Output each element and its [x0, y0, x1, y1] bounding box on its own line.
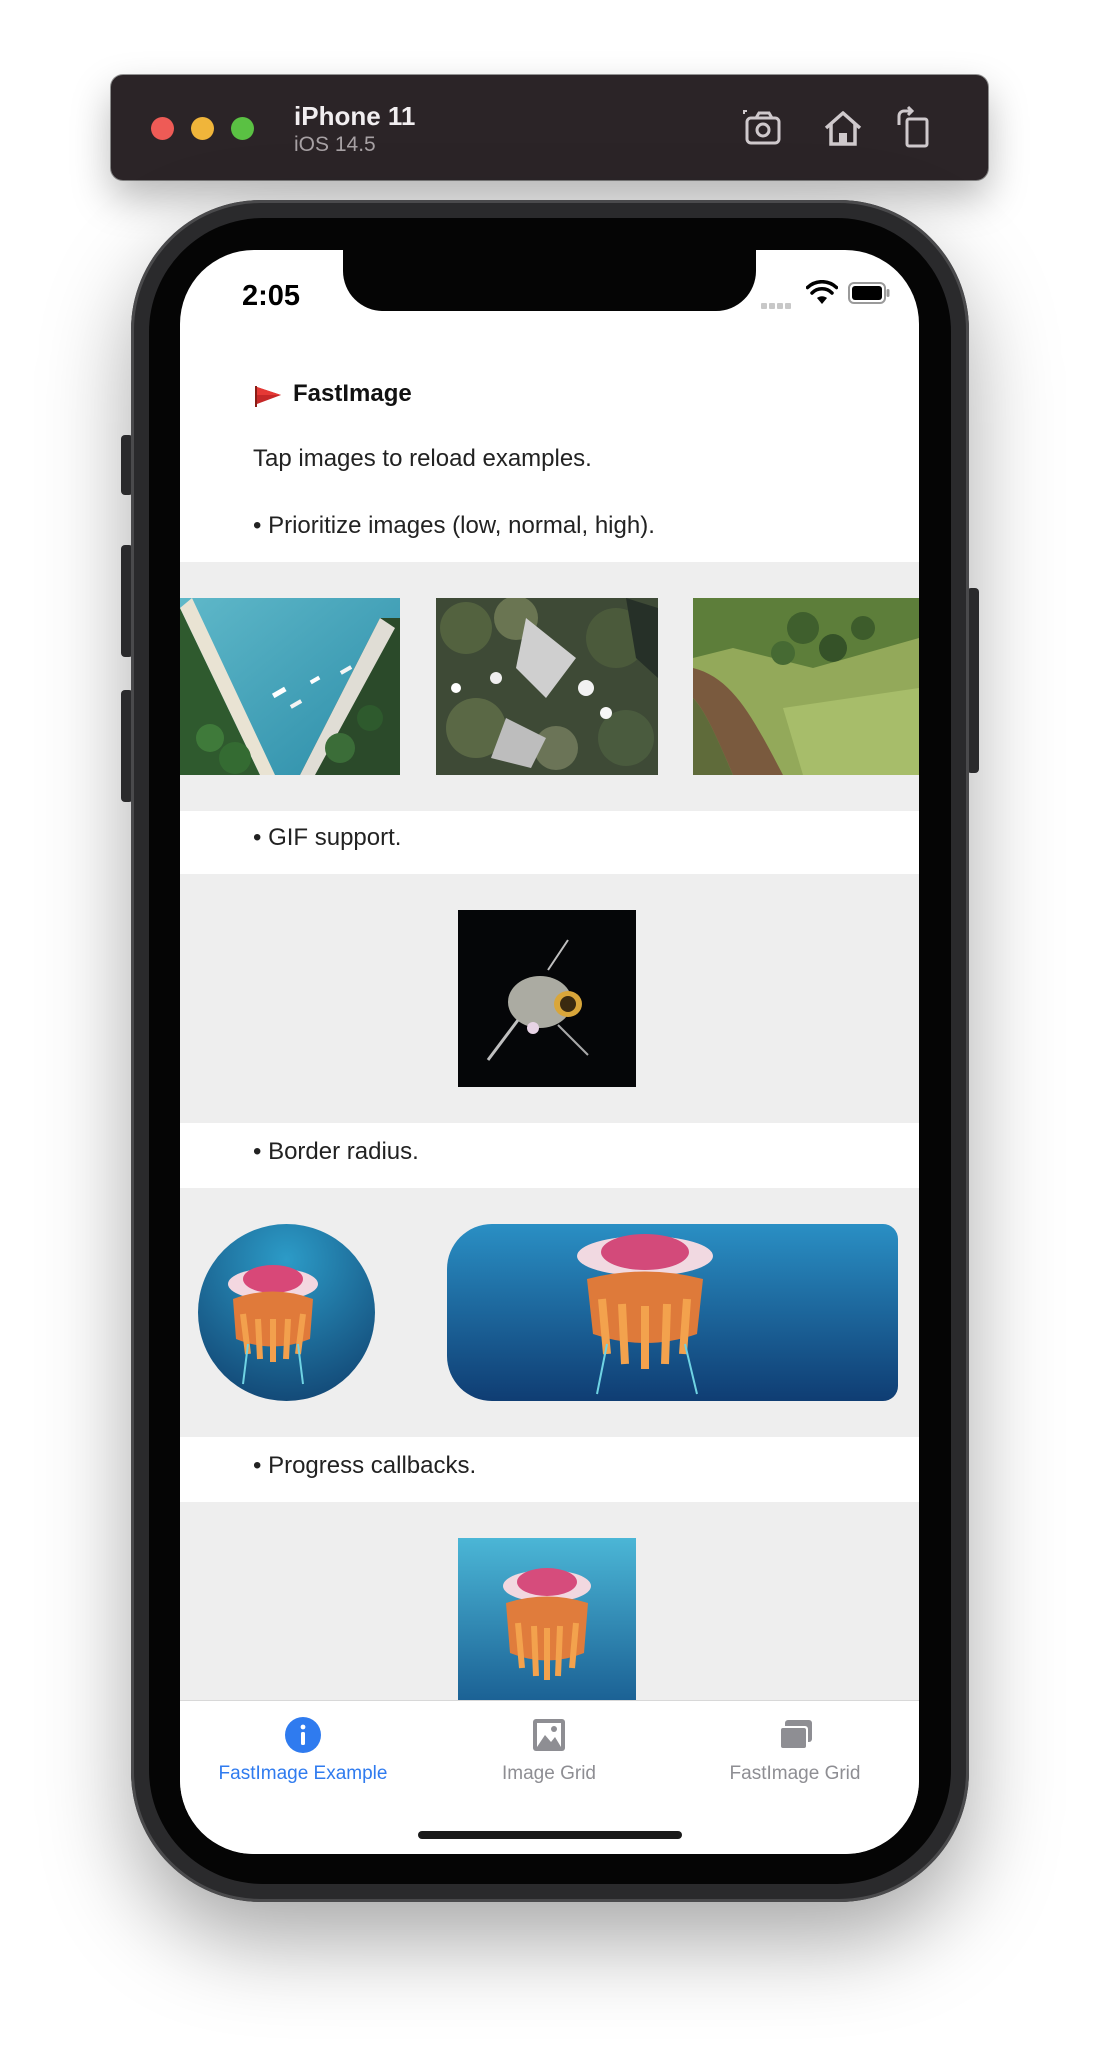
- home-indicator[interactable]: [418, 1831, 682, 1839]
- intro-text: Tap images to reload examples.: [253, 445, 592, 472]
- gif-band: [180, 874, 919, 1123]
- aerial-field-image[interactable]: [693, 598, 919, 775]
- simulator-title-bar: iPhone 11 iOS 14.5: [111, 75, 988, 180]
- rotate-icon[interactable]: [891, 105, 937, 151]
- images-stack-icon: [779, 1720, 812, 1750]
- tab-label-fastimage-example: FastImage Example: [218, 1763, 388, 1784]
- screenshot-icon[interactable]: [741, 105, 787, 151]
- zoom-window-button[interactable]: [231, 117, 254, 140]
- info-icon: [285, 1717, 321, 1753]
- border-radius-band: [180, 1188, 919, 1437]
- aerial-forest-snow-image[interactable]: [436, 598, 658, 775]
- section-radius-label: • Border radius.: [253, 1138, 419, 1165]
- minimize-window-button[interactable]: [191, 117, 214, 140]
- status-time: 2:05: [242, 280, 301, 312]
- image-icon: [533, 1719, 565, 1751]
- battery-icon: [848, 282, 890, 304]
- jellyfish-progress-image[interactable]: [458, 1538, 636, 1715]
- jellyfish-rounded-image[interactable]: [447, 1224, 898, 1401]
- tab-label-image-grid: Image Grid: [502, 1763, 596, 1784]
- close-window-button[interactable]: [151, 117, 174, 140]
- tab-fastimage-grid[interactable]: FastImage Grid: [672, 1701, 918, 1801]
- priority-images-band: [180, 562, 919, 811]
- page-title: FastImage: [293, 380, 412, 407]
- device-name: iPhone 11: [294, 101, 416, 131]
- os-version: iOS 14.5: [294, 133, 376, 156]
- cellular-signal-icon: [761, 296, 795, 309]
- notch: [343, 250, 756, 311]
- tab-label-fastimage-grid: FastImage Grid: [729, 1763, 861, 1784]
- section-gif-label: • GIF support.: [253, 824, 402, 851]
- tab-image-grid[interactable]: Image Grid: [426, 1701, 672, 1801]
- wifi-icon: [806, 280, 838, 304]
- section-priority-label: • Prioritize images (low, normal, high).: [253, 512, 655, 539]
- section-progress-label: • Progress callbacks.: [253, 1452, 477, 1479]
- jellyfish-circle-image[interactable]: [198, 1224, 375, 1401]
- tab-fastimage-example[interactable]: FastImage Example: [180, 1701, 426, 1801]
- gif-animated-image[interactable]: [458, 910, 636, 1087]
- home-icon[interactable]: [820, 105, 866, 151]
- aerial-beach-image[interactable]: [180, 598, 400, 775]
- device-screen: 2:05 FastImage Tap images to reload exam…: [180, 250, 919, 1854]
